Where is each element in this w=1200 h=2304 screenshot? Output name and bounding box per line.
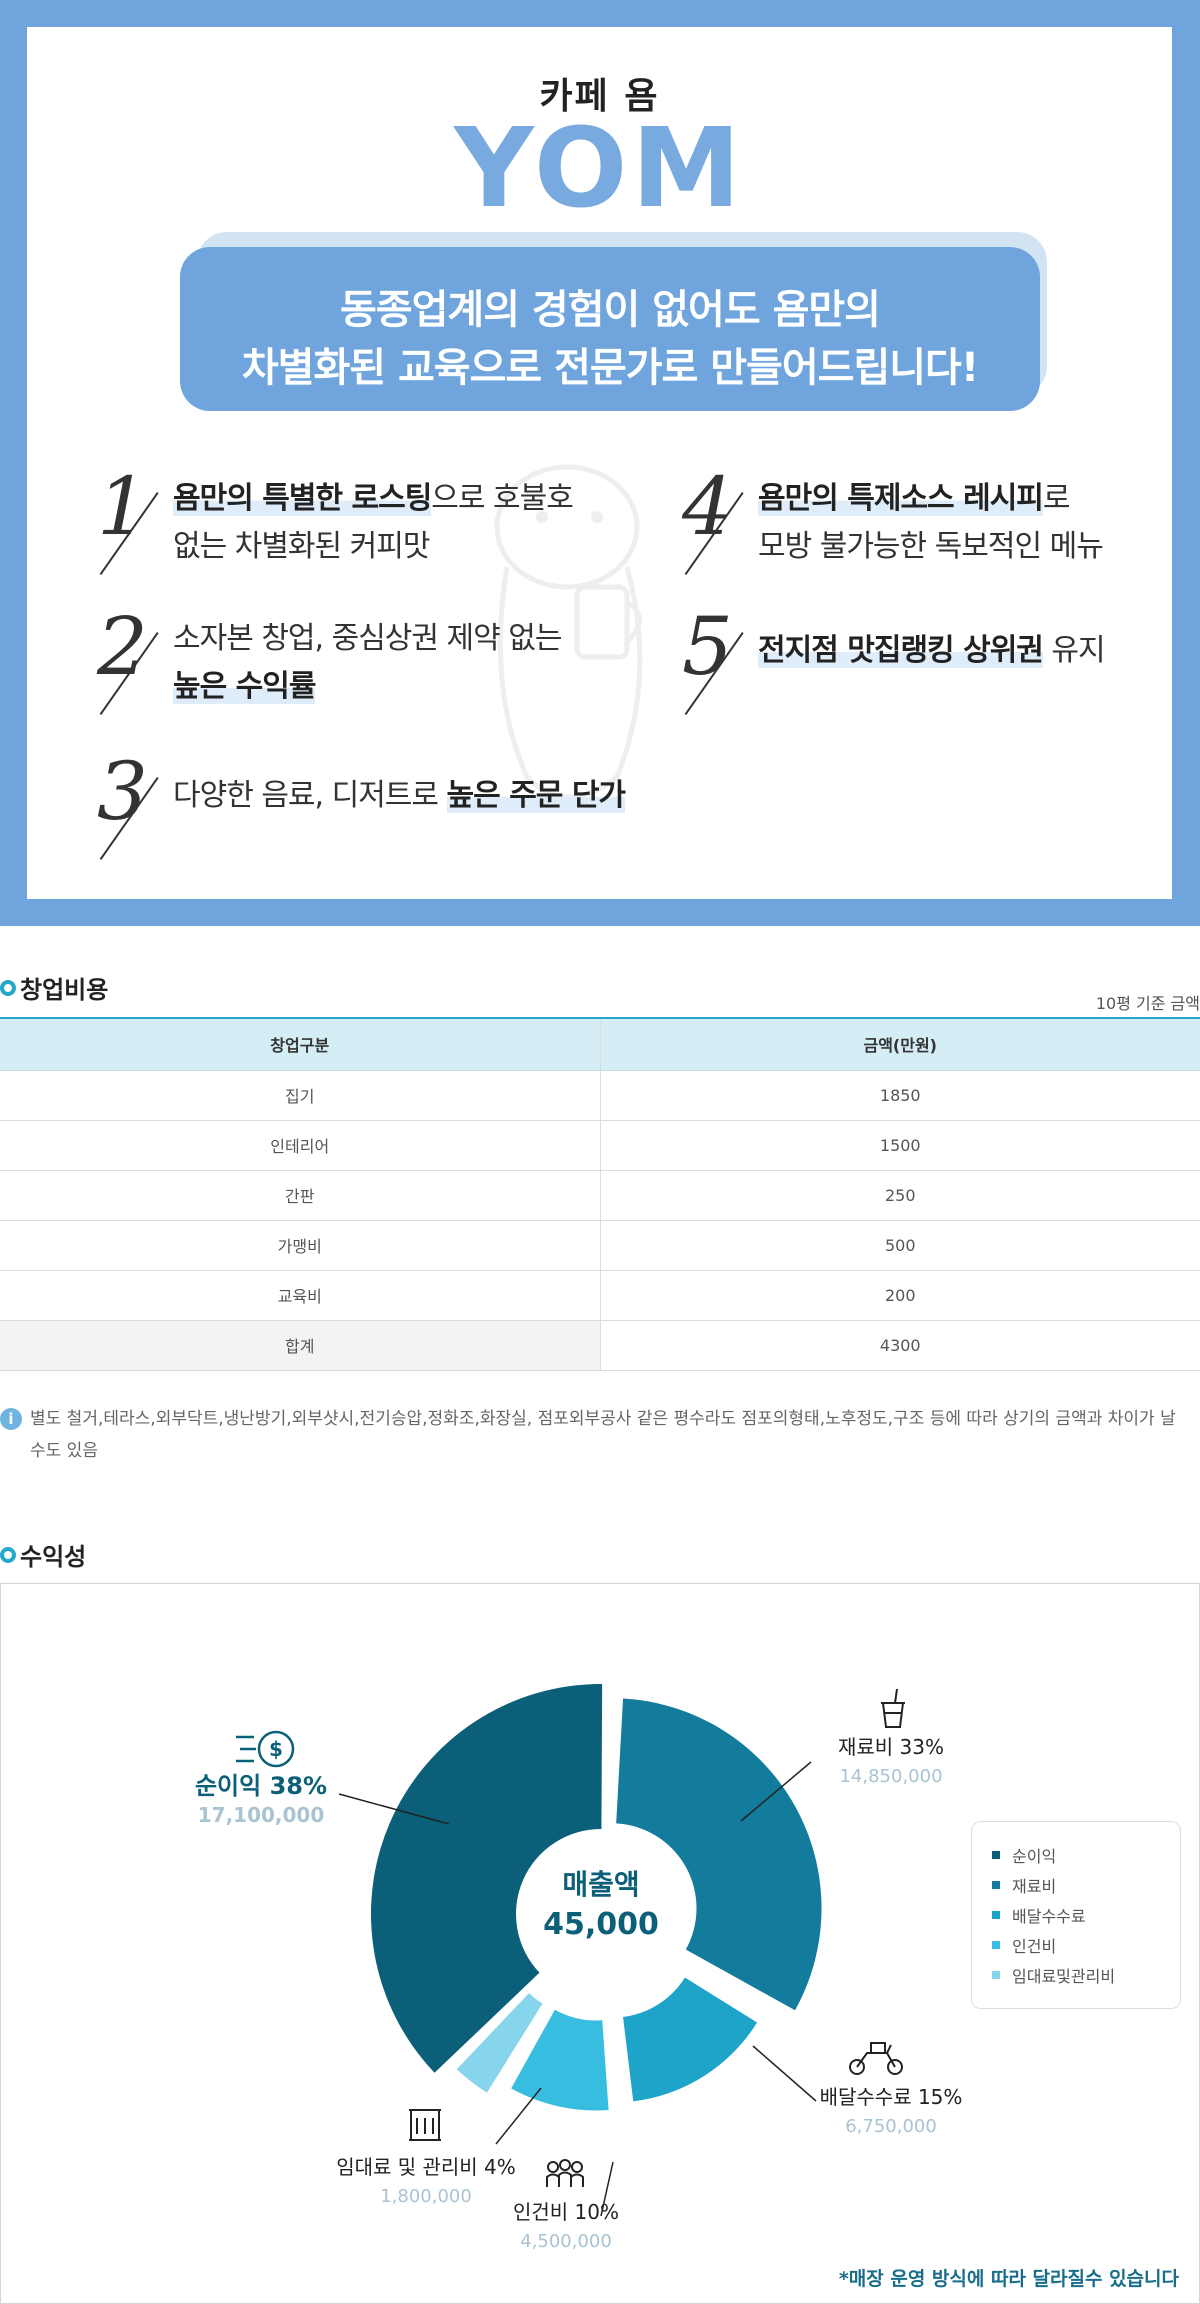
people-icon: [546, 2159, 584, 2187]
feature-number: 5: [682, 600, 733, 693]
drink-cup-icon: [881, 1688, 905, 1728]
feature-text: 다양한 음료, 디저트로: [173, 778, 447, 813]
chart-legend: 순이익 재료비 배달수수료 인건비 임대료및관리비: [971, 1821, 1181, 2009]
feature-highlight: 높은 주문 단가: [446, 778, 626, 813]
legend-swatch: [992, 1851, 1000, 1859]
table-row: 인테리어 1500: [0, 1120, 1200, 1171]
column-header: 금액(만원): [600, 1017, 1200, 1071]
legend-swatch: [992, 1881, 1000, 1889]
legend-label: 재료비: [1012, 1877, 1057, 1896]
bullet-ring-icon: [0, 1546, 16, 1563]
feature-text: 유지: [1042, 633, 1105, 668]
legend-label: 배달수수료: [1012, 1907, 1086, 1926]
info-icon: i: [0, 1408, 22, 1430]
scooter-icon: [849, 2042, 903, 2075]
slice-label: 재료비 33%: [838, 1735, 944, 1759]
column-header: 창업구분: [0, 1017, 601, 1071]
slice-label: 배달수수료 15%: [820, 2085, 963, 2109]
row-label: 합계: [0, 1320, 601, 1371]
table-row: 집기 1850: [0, 1070, 1200, 1121]
row-amount: 200: [600, 1270, 1200, 1321]
table-row: 교육비 200: [0, 1270, 1200, 1321]
notice-text: 별도 철거,테라스,외부닥트,냉난방기,외부샷시,전기승압,정화조,화장실, 점…: [30, 1409, 1176, 1461]
feature-line: 욤만의 특별한 로스팅으로 호불호: [173, 473, 574, 517]
legend-label: 순이익: [1012, 1847, 1057, 1866]
pie-slice-2: [623, 1977, 758, 2102]
startup-cost-table: 창업구분 금액(만원) 집기 1850 인테리어 1500 간판 250 가맹비 500…: [0, 1017, 1200, 1371]
section-title-text: 창업비용: [20, 976, 109, 1004]
legend-item: 재료비: [992, 1870, 1160, 1900]
section-title-text: 수익성: [20, 1543, 87, 1571]
row-amount: 250: [600, 1170, 1200, 1221]
feature-line: 소자본 창업, 중심상권 제약 없는: [173, 621, 562, 656]
svg-text:$: $: [269, 1737, 283, 1761]
legend-label: 인건비: [1012, 1937, 1057, 1956]
row-label: 집기: [0, 1070, 601, 1121]
headline-banner: 동종업계의 경험이 없어도 욤만의 차별화된 교육으로 전문가로 만들어드립니다…: [180, 247, 1040, 411]
row-label: 교육비: [0, 1270, 601, 1321]
brand-logo-text: YOM: [454, 104, 745, 232]
feature-line: 다양한 음료, 디저트로 높은 주문 단가: [173, 770, 626, 814]
row-amount: 4300: [600, 1320, 1200, 1371]
feature-line: 전지점 맛집랭킹 상위권 유지: [758, 625, 1106, 669]
legend-item: 인건비: [992, 1930, 1160, 1960]
table-header-row: 창업구분 금액(만원): [0, 1017, 1200, 1071]
feature-number: 3: [97, 745, 148, 838]
center-label: 매출액: [562, 1868, 639, 1901]
feature-number: 4: [682, 460, 733, 553]
row-label: 인테리어: [0, 1120, 601, 1171]
profit-chart-box: 순이익 38% 17,100,000 재료비 33% 14,850,000 배달수수료 …: [0, 1583, 1200, 2304]
feature-line: 욤만의 특제소스 레시피로: [758, 473, 1070, 517]
row-amount: 1500: [600, 1120, 1200, 1171]
feature-highlight: 욤만의 특제소스 레시피: [758, 481, 1044, 516]
row-amount: 500: [600, 1220, 1200, 1271]
row-label: 가맹비: [0, 1220, 601, 1271]
leader-line: [752, 2045, 817, 2102]
feature-line: 높은 수익률: [173, 661, 316, 705]
banner-line-2: 차별화된 교육으로 전문가로 만들어드립니다!: [241, 345, 979, 391]
legend-label: 임대료및관리비: [1012, 1967, 1116, 1986]
slice-label: 순이익 38%: [195, 1772, 327, 1800]
slice-label: 임대료 및 관리비 4%: [336, 2155, 516, 2179]
row-amount: 1850: [600, 1070, 1200, 1121]
profit-title: 수익성: [0, 1537, 86, 1572]
row-label: 간판: [0, 1170, 601, 1221]
table-row: 간판 250: [0, 1170, 1200, 1221]
table-row: 가맹비 500: [0, 1220, 1200, 1271]
slice-label: 인건비 10%: [513, 2200, 619, 2224]
legend-item: 배달수수료: [992, 1900, 1160, 1930]
slice-amount: 14,850,000: [839, 1766, 942, 1787]
chart-footnote: *매장 운영 방식에 따라 달라질수 있습니다: [838, 2268, 1179, 2290]
feature-highlight: 욤만의 특별한 로스팅: [173, 481, 432, 516]
startup-cost-title: 창업비용: [0, 970, 108, 1005]
building-icon: [409, 2109, 441, 2141]
banner-line-1: 동종업계의 경험이 없어도 욤만의: [340, 287, 881, 333]
feature-number: 2: [97, 600, 148, 693]
legend-item: 임대료및관리비: [992, 1960, 1160, 1990]
bullet-ring-icon: [0, 979, 16, 996]
cost-notice: i 별도 철거,테라스,외부닥트,냉난방기,외부샷시,전기승압,정화조,화장실,…: [0, 1403, 1180, 1467]
hero-section: 카페 욤 YOM 동종업계의 경험이 없어도 욤만의 차별화된 교육으로 전문가…: [0, 0, 1200, 926]
table-total-row: 합계 4300: [0, 1320, 1200, 1371]
feature-line: 모방 불가능한 독보적인 메뉴: [758, 529, 1104, 564]
slice-amount: 6,750,000: [845, 2116, 937, 2137]
feature-highlight: 높은 수익률: [173, 669, 316, 704]
legend-swatch: [992, 1911, 1000, 1919]
money-icon: $: [236, 1730, 295, 1768]
leader-line: [495, 2087, 542, 2145]
center-value: 45,000: [543, 1907, 659, 1942]
feature-line: 없는 차별화된 커피맛: [173, 529, 430, 564]
legend-swatch: [992, 1971, 1000, 1979]
legend-swatch: [992, 1941, 1000, 1949]
legend-item: 순이익: [992, 1840, 1160, 1870]
slice-amount: 1,800,000: [380, 2186, 472, 2207]
feature-number: 1: [97, 460, 148, 553]
hero-panel: 카페 욤 YOM 동종업계의 경험이 없어도 욤만의 차별화된 교육으로 전문가…: [27, 27, 1172, 899]
slice-amount: 4,500,000: [520, 2231, 612, 2252]
unit-note: 10평 기준 금액: [1095, 994, 1200, 1013]
slice-amount: 17,100,000: [198, 1803, 325, 1827]
feature-highlight: 전지점 맛집랭킹 상위권: [758, 633, 1044, 668]
feature-text: 로: [1042, 481, 1071, 516]
feature-text: 으로 호불호: [431, 481, 574, 516]
